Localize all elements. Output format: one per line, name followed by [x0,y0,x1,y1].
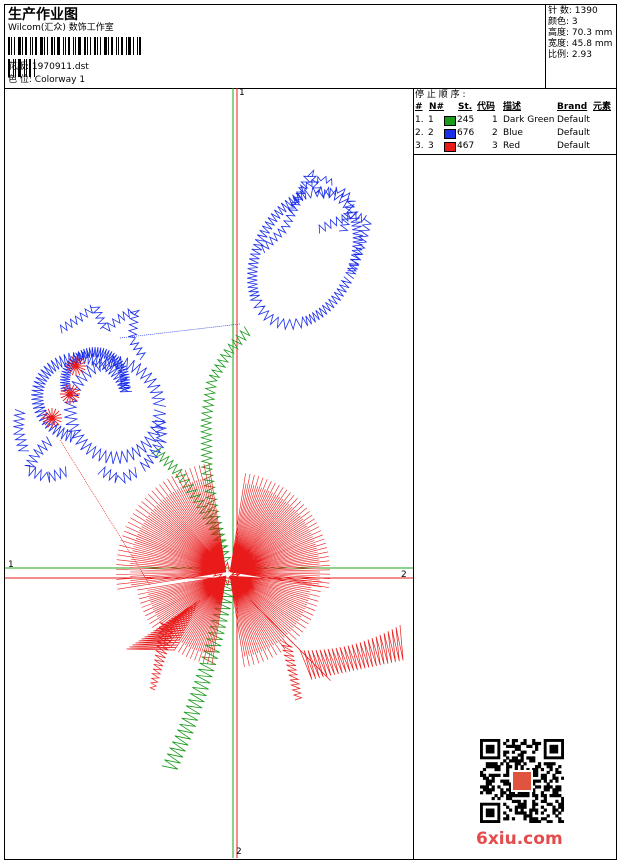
stats-divider [545,4,546,88]
row-stitches: 245 [457,115,475,125]
embroidery-canvas [5,88,413,858]
row-code: 1 [492,115,498,125]
watermark-logo: 6xiu.com [476,829,563,849]
stop-sequence-title: 停 止 顺 序 : [415,90,466,100]
company-name: Wilcom(汇众) 数饰工作室 [8,23,114,33]
colorway-value: Colorway 1 [34,75,86,85]
row-n: 2 [428,128,434,138]
row-description: Blue [503,128,523,138]
stop-sequence-header: # N# St. 代码 描述 Brand 元素 [415,102,615,113]
row-number: 3. [415,141,424,151]
barcode [8,37,143,77]
color-swatch [444,129,456,139]
color-swatch [444,142,456,152]
row-stitches: 676 [457,128,475,138]
row-brand: Default [557,115,590,125]
row-code: 2 [492,128,498,138]
colorway-label: 色 位: [8,75,32,85]
page-title: 生产作业图 [8,7,78,23]
col-brand: Brand [557,102,588,112]
axis-label-h-left: 1 [8,560,14,570]
design-value: 1970911.dst [31,62,89,72]
row-n: 3 [428,141,434,151]
stat-height: 高度: 70.3 mm [548,28,613,38]
row-n: 1 [428,115,434,125]
stat-colors: 颜色: 3 [548,17,578,27]
col-hash: # [415,102,423,112]
row-code: 3 [492,141,498,151]
qr-code [480,739,564,823]
stats-panel: 针 数: 1390 颜色: 3 高度: 70.3 mm 宽度: 45.8 mm … [548,6,612,61]
col-n: N# [429,102,445,112]
stop-panel-bottom [413,154,616,155]
axis-label-v-bottom: 2 [236,847,242,857]
col-code: 代码 [477,102,496,112]
row-number: 2. [415,128,424,138]
colorway-row: 色 位: Colorway 1 [8,75,85,86]
jump-stitch-red [59,439,151,586]
axis-label-v-top: 1 [239,88,245,98]
design-row: 花版: 1970911.dst [8,62,89,73]
stitch-paths [12,169,404,770]
stat-width: 宽度: 45.8 mm [548,39,613,49]
stop-row: 1. 1 245 1 Dark Green Default [415,115,615,127]
row-number: 1. [415,115,424,125]
col-desc: 描述 [503,102,522,112]
design-label: 花版: [8,62,30,72]
stop-row: 2. 2 676 2 Blue Default [415,128,615,140]
stat-scale: 比例: 2.93 [548,50,592,60]
col-st: St. [458,102,473,112]
row-brand: Default [557,141,590,151]
jump-stitch-blue [119,323,241,339]
color-swatch [444,116,456,126]
axis-label-h-right: 2 [401,570,407,580]
row-description: Dark Green [503,115,555,125]
row-description: Red [503,141,521,151]
row-brand: Default [557,128,590,138]
row-stitches: 467 [457,141,475,151]
stop-row: 3. 3 467 3 Red Default [415,141,615,153]
col-element: 元素 [593,102,612,112]
stat-stitches: 针 数: 1390 [548,6,598,16]
